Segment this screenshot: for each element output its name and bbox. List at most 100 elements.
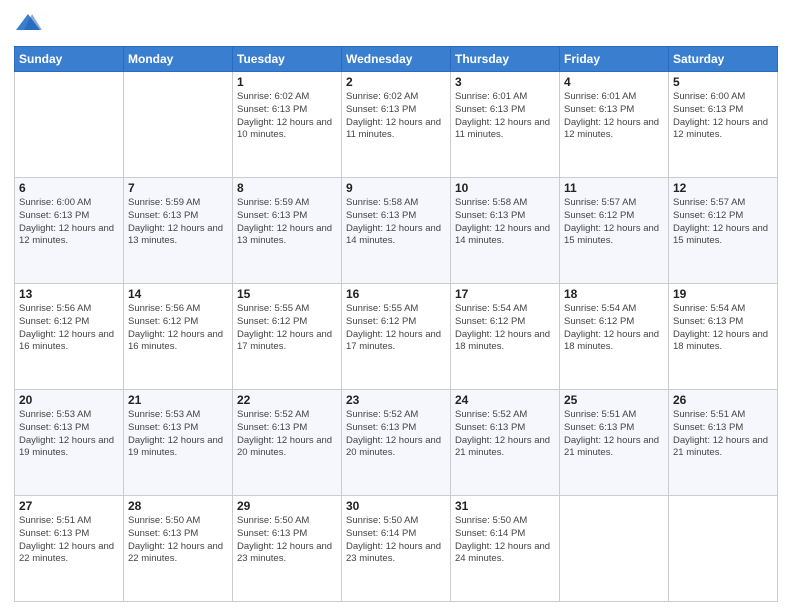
day-info: Sunrise: 5:55 AM Sunset: 6:12 PM Dayligh… — [237, 303, 337, 354]
header — [14, 10, 778, 38]
day-info: Sunrise: 5:57 AM Sunset: 6:12 PM Dayligh… — [673, 197, 773, 248]
day-info: Sunrise: 5:50 AM Sunset: 6:14 PM Dayligh… — [346, 515, 446, 566]
day-info: Sunrise: 5:52 AM Sunset: 6:13 PM Dayligh… — [455, 409, 555, 460]
calendar-cell: 18 Sunrise: 5:54 AM Sunset: 6:12 PM Dayli… — [560, 284, 669, 390]
day-info: Sunrise: 5:57 AM Sunset: 6:12 PM Dayligh… — [564, 197, 664, 248]
calendar-cell — [15, 72, 124, 178]
calendar-cell: 5 Sunrise: 6:00 AM Sunset: 6:13 PM Daylig… — [669, 72, 778, 178]
day-number: 30 — [346, 499, 446, 513]
day-of-week-header: Thursday — [451, 47, 560, 72]
day-number: 20 — [19, 393, 119, 407]
calendar-cell: 16 Sunrise: 5:55 AM Sunset: 6:12 PM Dayli… — [342, 284, 451, 390]
calendar-week-row: 1 Sunrise: 6:02 AM Sunset: 6:13 PM Daylig… — [15, 72, 778, 178]
day-number: 19 — [673, 287, 773, 301]
day-info: Sunrise: 5:55 AM Sunset: 6:12 PM Dayligh… — [346, 303, 446, 354]
calendar: SundayMondayTuesdayWednesdayThursdayFrid… — [14, 46, 778, 602]
day-number: 28 — [128, 499, 228, 513]
logo-icon — [14, 10, 42, 38]
day-info: Sunrise: 5:53 AM Sunset: 6:13 PM Dayligh… — [19, 409, 119, 460]
calendar-cell: 20 Sunrise: 5:53 AM Sunset: 6:13 PM Dayli… — [15, 390, 124, 496]
day-info: Sunrise: 5:53 AM Sunset: 6:13 PM Dayligh… — [128, 409, 228, 460]
day-of-week-header: Tuesday — [233, 47, 342, 72]
day-number: 22 — [237, 393, 337, 407]
day-info: Sunrise: 5:50 AM Sunset: 6:14 PM Dayligh… — [455, 515, 555, 566]
calendar-cell: 9 Sunrise: 5:58 AM Sunset: 6:13 PM Daylig… — [342, 178, 451, 284]
day-number: 14 — [128, 287, 228, 301]
day-number: 12 — [673, 181, 773, 195]
day-info: Sunrise: 5:56 AM Sunset: 6:12 PM Dayligh… — [128, 303, 228, 354]
day-number: 15 — [237, 287, 337, 301]
day-info: Sunrise: 5:58 AM Sunset: 6:13 PM Dayligh… — [455, 197, 555, 248]
calendar-cell: 30 Sunrise: 5:50 AM Sunset: 6:14 PM Dayli… — [342, 496, 451, 602]
calendar-cell: 2 Sunrise: 6:02 AM Sunset: 6:13 PM Daylig… — [342, 72, 451, 178]
calendar-cell: 11 Sunrise: 5:57 AM Sunset: 6:12 PM Dayli… — [560, 178, 669, 284]
day-info: Sunrise: 6:01 AM Sunset: 6:13 PM Dayligh… — [564, 91, 664, 142]
calendar-cell: 7 Sunrise: 5:59 AM Sunset: 6:13 PM Daylig… — [124, 178, 233, 284]
day-info: Sunrise: 6:00 AM Sunset: 6:13 PM Dayligh… — [673, 91, 773, 142]
calendar-cell: 29Sunrise: 5:50 AM Sunset: 6:13 PM Dayli… — [233, 496, 342, 602]
calendar-cell: 31 Sunrise: 5:50 AM Sunset: 6:14 PM Dayli… — [451, 496, 560, 602]
calendar-cell: 24Sunrise: 5:52 AM Sunset: 6:13 PM Dayli… — [451, 390, 560, 496]
day-info: Sunrise: 5:54 AM Sunset: 6:12 PM Dayligh… — [455, 303, 555, 354]
page: SundayMondayTuesdayWednesdayThursdayFrid… — [0, 0, 792, 612]
calendar-cell — [124, 72, 233, 178]
calendar-cell: 17 Sunrise: 5:54 AM Sunset: 6:12 PM Dayli… — [451, 284, 560, 390]
day-number: 13 — [19, 287, 119, 301]
calendar-cell: 12 Sunrise: 5:57 AM Sunset: 6:12 PM Dayli… — [669, 178, 778, 284]
day-info: Sunrise: 5:58 AM Sunset: 6:13 PM Dayligh… — [346, 197, 446, 248]
day-number: 7 — [128, 181, 228, 195]
calendar-cell: 26 Sunrise: 5:51 AM Sunset: 6:13 PM Dayli… — [669, 390, 778, 496]
day-number: 17 — [455, 287, 555, 301]
day-number: 25 — [564, 393, 664, 407]
day-number: 6 — [19, 181, 119, 195]
logo — [14, 10, 44, 38]
day-number: 16 — [346, 287, 446, 301]
calendar-cell: 25 Sunrise: 5:51 AM Sunset: 6:13 PM Dayli… — [560, 390, 669, 496]
day-number: 4 — [564, 75, 664, 89]
calendar-cell: 21 Sunrise: 5:53 AM Sunset: 6:13 PM Dayli… — [124, 390, 233, 496]
day-info: Sunrise: 5:56 AM Sunset: 6:12 PM Dayligh… — [19, 303, 119, 354]
day-of-week-header: Friday — [560, 47, 669, 72]
calendar-cell: 1Sunrise: 6:02 AM Sunset: 6:13 PM Daylig… — [233, 72, 342, 178]
day-info: Sunrise: 5:50 AM Sunset: 6:13 PM Dayligh… — [128, 515, 228, 566]
day-number: 27 — [19, 499, 119, 513]
calendar-cell: 6 Sunrise: 6:00 AM Sunset: 6:13 PM Daylig… — [15, 178, 124, 284]
day-number: 2 — [346, 75, 446, 89]
day-info: Sunrise: 5:59 AM Sunset: 6:13 PM Dayligh… — [128, 197, 228, 248]
day-of-week-header: Monday — [124, 47, 233, 72]
calendar-cell: 15 Sunrise: 5:55 AM Sunset: 6:12 PM Dayli… — [233, 284, 342, 390]
day-of-week-header: Sunday — [15, 47, 124, 72]
day-number: 21 — [128, 393, 228, 407]
day-info: Sunrise: 6:00 AM Sunset: 6:13 PM Dayligh… — [19, 197, 119, 248]
calendar-cell: 28 Sunrise: 5:50 AM Sunset: 6:13 PM Dayli… — [124, 496, 233, 602]
day-number: 9 — [346, 181, 446, 195]
day-number: 1 — [237, 75, 337, 89]
calendar-cell: 22 Sunrise: 5:52 AM Sunset: 6:13 PM Dayli… — [233, 390, 342, 496]
day-number: 5 — [673, 75, 773, 89]
calendar-cell — [560, 496, 669, 602]
day-info: Sunrise: 6:02 AM Sunset: 6:13 PM Dayligh… — [346, 91, 446, 142]
day-info: Sunrise: 5:51 AM Sunset: 6:13 PM Dayligh… — [673, 409, 773, 460]
calendar-week-row: 6 Sunrise: 6:00 AM Sunset: 6:13 PM Daylig… — [15, 178, 778, 284]
calendar-cell: 19 Sunrise: 5:54 AM Sunset: 6:13 PM Dayli… — [669, 284, 778, 390]
calendar-cell: 14 Sunrise: 5:56 AM Sunset: 6:12 PM Dayli… — [124, 284, 233, 390]
day-number: 29 — [237, 499, 337, 513]
calendar-week-row: 27 Sunrise: 5:51 AM Sunset: 6:13 PM Dayli… — [15, 496, 778, 602]
calendar-cell: 10 Sunrise: 5:58 AM Sunset: 6:13 PM Dayli… — [451, 178, 560, 284]
day-info: Sunrise: 5:54 AM Sunset: 6:13 PM Dayligh… — [673, 303, 773, 354]
day-number: 26 — [673, 393, 773, 407]
day-info: Sunrise: 5:51 AM Sunset: 6:13 PM Dayligh… — [564, 409, 664, 460]
calendar-cell: 8Sunrise: 5:59 AM Sunset: 6:13 PM Daylig… — [233, 178, 342, 284]
day-info: Sunrise: 5:52 AM Sunset: 6:13 PM Dayligh… — [237, 409, 337, 460]
calendar-cell: 3Sunrise: 6:01 AM Sunset: 6:13 PM Daylig… — [451, 72, 560, 178]
day-info: Sunrise: 5:51 AM Sunset: 6:13 PM Dayligh… — [19, 515, 119, 566]
day-number: 18 — [564, 287, 664, 301]
day-number: 31 — [455, 499, 555, 513]
calendar-week-row: 13 Sunrise: 5:56 AM Sunset: 6:12 PM Dayli… — [15, 284, 778, 390]
day-number: 10 — [455, 181, 555, 195]
calendar-cell — [669, 496, 778, 602]
day-number: 11 — [564, 181, 664, 195]
calendar-header-row: SundayMondayTuesdayWednesdayThursdayFrid… — [15, 47, 778, 72]
day-info: Sunrise: 5:59 AM Sunset: 6:13 PM Dayligh… — [237, 197, 337, 248]
day-info: Sunrise: 5:54 AM Sunset: 6:12 PM Dayligh… — [564, 303, 664, 354]
